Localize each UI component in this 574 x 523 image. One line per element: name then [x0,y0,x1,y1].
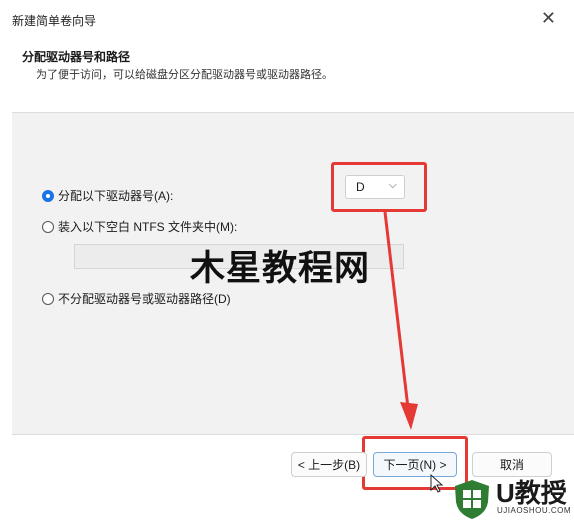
back-button[interactable]: < 上一步(B) [291,452,367,477]
next-button[interactable]: 下一页(N) > [373,452,457,477]
red-arrow-icon [383,211,418,430]
windows-shield-logo-icon [455,480,489,519]
cancel-button[interactable]: 取消 [472,452,552,477]
mouse-cursor-icon [430,474,444,493]
logo-text: U教授 [496,478,567,508]
logo-subtext: UJIAOSHOU.COM [497,506,572,515]
